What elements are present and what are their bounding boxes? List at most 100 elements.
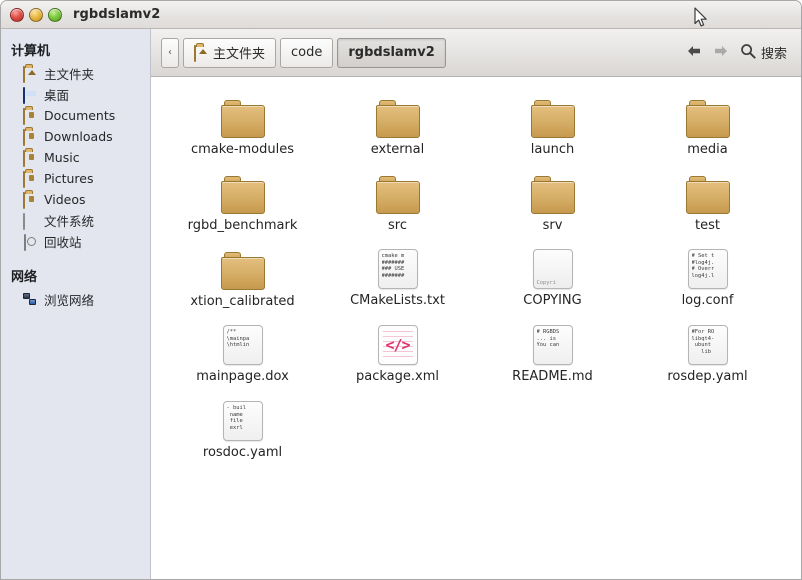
file-label: package.xml (356, 369, 439, 384)
text-file-icon: #For RO libqt4- ubunt lib (687, 325, 728, 365)
file-label: srv (542, 218, 563, 233)
minimize-button[interactable] (29, 7, 43, 22)
search-button[interactable]: 搜索 (740, 43, 787, 63)
file-item[interactable]: xtion_calibrated (165, 247, 320, 323)
filesystem-icon (23, 212, 38, 230)
icon-preview-text: cmake m ####### ### USE ####### (381, 253, 405, 279)
icon-preview-text: /** \mainpa \htmlin (226, 329, 250, 349)
breadcrumb-current[interactable]: rgbdslamv2 (337, 37, 446, 68)
maximize-button[interactable] (48, 7, 62, 22)
folder-videos-icon (23, 191, 38, 209)
file-item[interactable]: # RGBDS ... is You can README.md (475, 323, 630, 399)
file-icon-grid: cmake-modules external launch media rgbd_ben… (151, 77, 801, 579)
file-item[interactable]: # Set t #log4j. # Overr log4j.l log.conf (630, 247, 785, 323)
icon-preview-text: # RGBDS ... is You can (536, 329, 560, 349)
file-manager-window: rgbdslamv2 计算机 主文件夹 桌面 Documents Downloa… (0, 0, 802, 580)
sidebar-item-documents[interactable]: Documents (1, 105, 150, 126)
file-item[interactable]: - buil name file exrl rosdoc.yaml (165, 399, 320, 475)
sidebar-item-browse-network[interactable]: 浏览网络 (1, 289, 150, 310)
file-label: README.md (512, 369, 593, 384)
sidebar-heading-network: 网络 (11, 270, 38, 285)
file-label: test (695, 218, 720, 233)
file-item[interactable]: cmake m ####### ### USE ####### CMakeList… (320, 247, 475, 323)
file-item[interactable]: test (630, 171, 785, 247)
sidebar-item-videos[interactable]: Videos (1, 189, 150, 210)
search-label: 搜索 (760, 47, 787, 62)
main-pane: ‹ 主文件夹 code rgbdslamv2 搜索 cmake-modules … (151, 29, 801, 579)
breadcrumb-home[interactable]: 主文件夹 (183, 37, 277, 68)
file-item[interactable]: cmake-modules (165, 95, 320, 171)
file-label: CMakeLists.txt (350, 293, 445, 308)
file-label: src (388, 218, 407, 233)
sidebar-item-music[interactable]: Music (1, 147, 150, 168)
icon-preview-text: #For RO libqt4- ubunt lib (691, 329, 715, 355)
text-file-icon: # Set t #log4j. # Overr log4j.l (687, 249, 728, 289)
folder-icon (375, 100, 420, 138)
sidebar-item-label: 主文件夹 (44, 67, 95, 82)
sidebar-item-label: Videos (44, 192, 86, 207)
icon-preview-text: - buil name file exrl (226, 405, 246, 431)
file-label: media (687, 142, 728, 157)
code-glyph: </> (385, 336, 410, 354)
text-file-icon: cmake m ####### ### USE ####### (377, 249, 418, 289)
sidebar-item-label: 文件系统 (44, 214, 95, 229)
folder-home-icon (23, 65, 38, 83)
close-button[interactable] (10, 7, 24, 22)
sidebar-item-filesystem[interactable]: 文件系统 (1, 210, 150, 231)
forward-icon[interactable] (713, 44, 729, 61)
text-file-icon: - buil name file exrl (222, 401, 263, 441)
file-item[interactable]: rgbd_benchmark (165, 171, 320, 247)
file-label: rosdep.yaml (667, 369, 748, 384)
file-label: cmake-modules (190, 142, 295, 157)
window-body: 计算机 主文件夹 桌面 Documents Downloads Music Pi… (1, 29, 801, 579)
file-item[interactable]: #For RO libqt4- ubunt lib rosdep.yaml (630, 323, 785, 399)
file-item[interactable]: src (320, 171, 475, 247)
xml-file-icon: </> (377, 325, 418, 365)
sidebar-item-label: 浏览网络 (44, 293, 95, 308)
file-label: rgbd_benchmark (187, 218, 298, 233)
file-item[interactable]: launch (475, 95, 630, 171)
sidebar-item-downloads[interactable]: Downloads (1, 126, 150, 147)
window-controls (1, 7, 62, 22)
file-label: mainpage.dox (196, 369, 289, 384)
sidebar-item-desktop[interactable]: 桌面 (1, 84, 150, 105)
sidebar-item-trash[interactable]: 回收站 (1, 231, 150, 252)
file-item[interactable]: </> package.xml (320, 323, 475, 399)
folder-icon (220, 252, 265, 290)
folder-downloads-icon (23, 128, 38, 146)
toolbar-right-group: 搜索 (686, 43, 793, 63)
sidebar-item-home[interactable]: 主文件夹 (1, 63, 150, 84)
back-icon[interactable] (686, 44, 702, 61)
window-title: rgbdslamv2 (73, 7, 161, 22)
breadcrumb-code[interactable]: code (280, 37, 334, 68)
window-titlebar: rgbdslamv2 (1, 1, 801, 29)
sidebar-item-pictures[interactable]: Pictures (1, 168, 150, 189)
folder-pictures-icon (23, 170, 38, 188)
file-item[interactable]: Copyri COPYING (475, 247, 630, 323)
file-label: log.conf (681, 293, 734, 308)
folder-icon (220, 176, 265, 214)
folder-icon (220, 100, 265, 138)
file-item[interactable]: external (320, 95, 475, 171)
text-file-icon: /** \mainpa \htmlin (222, 325, 263, 365)
sidebar-item-label: Documents (44, 108, 116, 123)
sidebar-item-label: Downloads (44, 129, 113, 144)
sidebar-item-label: 桌面 (44, 88, 70, 103)
file-item[interactable]: /** \mainpa \htmlin mainpage.dox (165, 323, 320, 399)
folder-home-icon (194, 44, 208, 62)
file-label: rosdoc.yaml (202, 445, 283, 460)
folder-icon (530, 100, 575, 138)
search-icon (740, 43, 756, 63)
breadcrumb-label: 主文件夹 (213, 47, 266, 62)
file-item[interactable]: srv (475, 171, 630, 247)
folder-icon (685, 176, 730, 214)
places-sidebar: 计算机 主文件夹 桌面 Documents Downloads Music Pi… (1, 29, 151, 579)
folder-icon (375, 176, 420, 214)
file-label: launch (530, 142, 575, 157)
sidebar-item-label: Pictures (44, 171, 94, 186)
file-item[interactable]: media (630, 95, 785, 171)
desktop-icon (23, 86, 38, 104)
breadcrumb-overflow-button[interactable]: ‹ (161, 37, 179, 68)
plain-file-icon: Copyri (532, 249, 573, 289)
folder-icon (685, 100, 730, 138)
